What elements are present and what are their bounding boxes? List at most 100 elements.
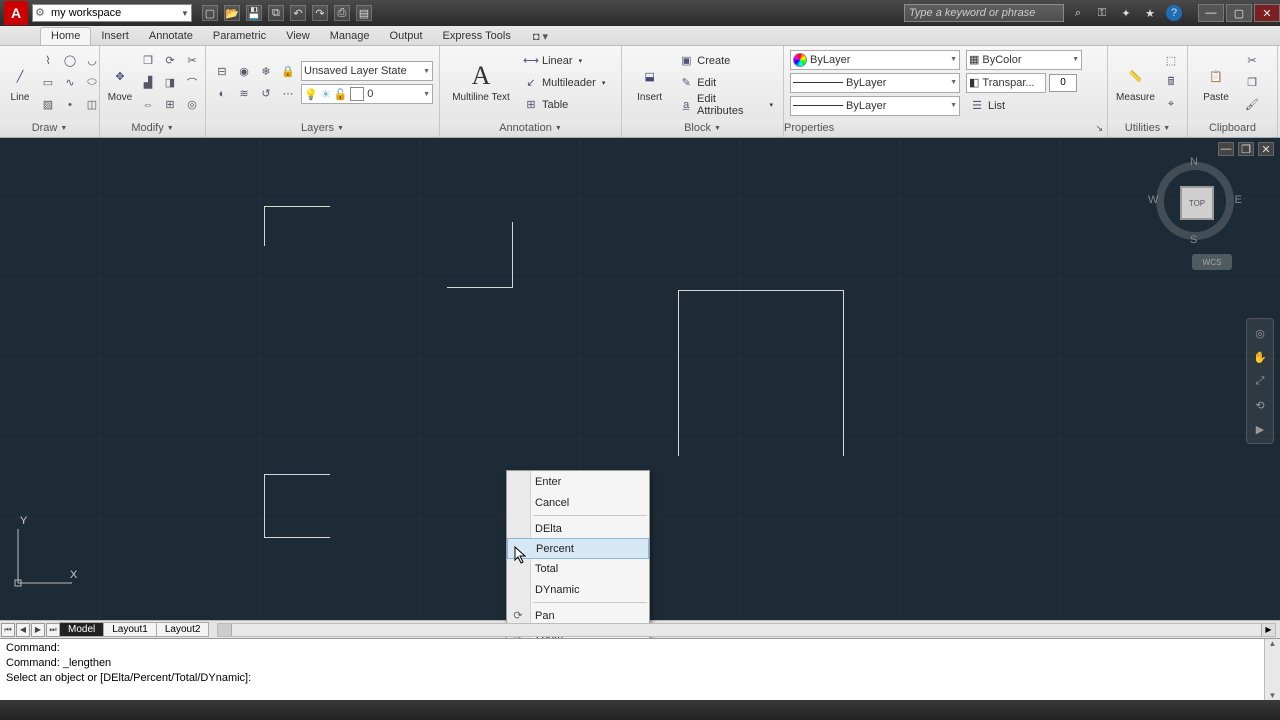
ctx-cancel[interactable]: Cancel (507, 492, 649, 513)
tab-insert[interactable]: Insert (91, 28, 139, 45)
layout-prev-button[interactable]: ◀ (16, 623, 30, 637)
maximize-button[interactable]: ▢ (1226, 4, 1252, 22)
doc-restore-button[interactable]: ❐ (1238, 142, 1254, 156)
stretch-icon[interactable]: ⇔ (138, 95, 158, 115)
wcs-badge[interactable]: WCS (1192, 254, 1232, 270)
id-icon[interactable]: ⌖ (1161, 95, 1181, 115)
rect-icon[interactable]: ▭ (38, 73, 58, 93)
polyline-icon[interactable]: ⌇ (38, 51, 58, 71)
linear-dim-button[interactable]: ⟷Linear▾ (520, 51, 609, 71)
arc-icon[interactable]: ◡ (82, 51, 102, 71)
close-button[interactable]: ✕ (1254, 4, 1280, 22)
color-combo[interactable]: ByLayer▼ (790, 50, 960, 70)
layerfreeze-icon[interactable]: ❄ (256, 62, 276, 82)
point-icon[interactable]: • (60, 95, 80, 115)
layout-last-button[interactable]: ⏭ (46, 623, 60, 637)
ctx-percent[interactable]: Percent (507, 538, 649, 559)
layerlock-icon[interactable]: 🔒 (278, 62, 298, 82)
help-icon[interactable]: ? (1166, 5, 1182, 21)
layer-combo[interactable]: 💡☀🔓 0 ▼ (301, 84, 433, 104)
copy-icon[interactable]: ❐ (138, 51, 158, 71)
tab-view[interactable]: View (276, 28, 320, 45)
pan-icon[interactable]: ✋ (1250, 347, 1270, 367)
save-icon[interactable]: 💾 (246, 5, 262, 21)
help-search[interactable]: Type a keyword or phrase (904, 4, 1064, 22)
layer-state-combo[interactable]: Unsaved Layer State ▼ (301, 61, 433, 81)
editattr-button[interactable]: a̲Edit Attributes▾ (675, 95, 777, 115)
transparency-value[interactable] (1049, 74, 1077, 92)
showmotion-icon[interactable]: ▶ (1250, 419, 1270, 439)
select-icon[interactable]: ⬚ (1161, 51, 1181, 71)
list-button[interactable]: ☰List (966, 96, 1082, 116)
layout-hscroll[interactable]: ▶ (217, 623, 1276, 637)
saveas-icon[interactable]: ⧉ (268, 5, 284, 21)
offset-icon[interactable]: ◎ (182, 95, 202, 115)
tab-manage[interactable]: Manage (320, 28, 380, 45)
insert-block-button[interactable]: ⬓ Insert (628, 51, 671, 115)
move-button[interactable]: ✥ Move (106, 51, 134, 115)
trim-icon[interactable]: ✂ (182, 51, 202, 71)
layout-tab-1[interactable]: Layout1 (103, 622, 157, 637)
panel-modify-title[interactable]: Modify▼ (100, 119, 205, 137)
viewcube-e[interactable]: E (1235, 194, 1242, 206)
print-icon[interactable]: ⎙ (334, 5, 350, 21)
favorite-icon[interactable]: ★ (1142, 5, 1158, 21)
viewcube-n[interactable]: N (1190, 156, 1198, 168)
cmd-scrollbar[interactable]: ▲▼ (1264, 639, 1280, 700)
ctx-enter[interactable]: Enter (507, 471, 649, 492)
new-icon[interactable]: ▢ (202, 5, 218, 21)
panel-utilities-title[interactable]: Utilities▼ (1108, 119, 1187, 137)
layeroff-icon[interactable]: ◉ (234, 62, 254, 82)
matchprop-icon[interactable]: 🖌 (1242, 95, 1262, 115)
panel-properties-title[interactable]: Properties↘ (784, 119, 1107, 137)
fillet-icon[interactable]: ⌒ (182, 73, 202, 93)
circle-icon[interactable]: ◯ (60, 51, 80, 71)
zoom-extents-icon[interactable]: ⤢ (1250, 371, 1270, 391)
viewcube-w[interactable]: W (1148, 194, 1158, 206)
layermore-icon[interactable]: ⋯ (278, 84, 298, 104)
ctx-total[interactable]: Total (507, 558, 649, 579)
layerprev-icon[interactable]: ↺ (256, 84, 276, 104)
tab-express[interactable]: Express Tools (433, 28, 521, 45)
lineweight-combo[interactable]: ByLayer▼ (790, 73, 960, 93)
quickcalc-icon[interactable]: 🖩 (1161, 73, 1181, 93)
array-icon[interactable]: ⊞ (160, 95, 180, 115)
region-icon[interactable]: ◫ (82, 95, 102, 115)
drawn-rect-open[interactable] (678, 290, 844, 456)
mtext-button[interactable]: A Multiline Text (446, 51, 516, 115)
drawn-line-1[interactable] (264, 206, 330, 246)
ellipse-icon[interactable]: ⬭ (82, 73, 102, 93)
viewcube[interactable]: TOP N S W E (1150, 156, 1240, 246)
line-button[interactable]: ╱ Line (6, 51, 34, 115)
panel-layers-title[interactable]: Layers▼ (206, 119, 439, 137)
redo-icon[interactable]: ↷ (312, 5, 328, 21)
open-icon[interactable]: 📂 (224, 5, 240, 21)
ctx-dynamic[interactable]: DYnamic (507, 579, 649, 600)
layeriso-icon[interactable]: ◐ (212, 84, 232, 104)
rotate-icon[interactable]: ⟳ (160, 51, 180, 71)
cut-icon[interactable]: ✂ (1242, 51, 1262, 71)
doc-minimize-button[interactable]: — (1218, 142, 1234, 156)
exchange-icon[interactable]: ✦ (1118, 5, 1134, 21)
viewcube-top[interactable]: TOP (1182, 188, 1212, 218)
copy-clip-icon[interactable]: ❐ (1242, 73, 1262, 93)
tab-annotate[interactable]: Annotate (139, 28, 203, 45)
multileader-button[interactable]: ↙Multileader▾ (520, 73, 609, 93)
layermatch-icon[interactable]: ≋ (234, 84, 254, 104)
spline-icon[interactable]: ∿ (60, 73, 80, 93)
layerprop-icon[interactable]: ⊟ (212, 62, 232, 82)
hatch-icon[interactable]: ▨ (38, 95, 58, 115)
transparency-combo[interactable]: ◧Transpar... (966, 73, 1046, 93)
plotstyle-combo[interactable]: ▦ByColor▼ (966, 50, 1082, 70)
panel-draw-title[interactable]: Draw▼ (0, 119, 99, 137)
measure-button[interactable]: 📏 Measure (1114, 51, 1157, 115)
paste-button[interactable]: 📋 Paste (1194, 51, 1238, 115)
layout-tab-2[interactable]: Layout2 (156, 622, 210, 637)
command-window[interactable]: Command: Command: _lengthen Select an ob… (0, 638, 1280, 700)
tab-home[interactable]: Home (40, 27, 91, 45)
key-icon[interactable]: ⚿ (1094, 5, 1110, 21)
layout-tab-model[interactable]: Model (59, 622, 104, 637)
doc-close-button[interactable]: ✕ (1258, 142, 1274, 156)
table-button[interactable]: ⊞Table (520, 95, 609, 115)
undo-icon[interactable]: ↶ (290, 5, 306, 21)
